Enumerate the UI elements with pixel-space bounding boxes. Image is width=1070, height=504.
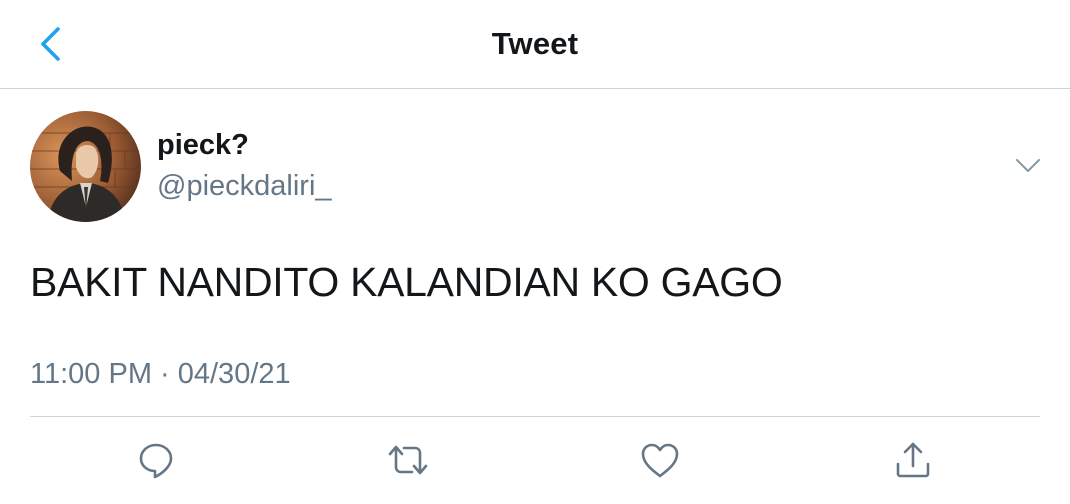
heart-icon <box>641 443 679 478</box>
tweet-timestamp: 11:00 PM · 04/30/21 <box>30 358 291 390</box>
avatar-image <box>30 111 141 222</box>
speech-bubble-icon <box>139 443 173 479</box>
tweet-text: BAKIT NANDITO KALANDIAN KO GAGO <box>30 259 783 305</box>
divider <box>30 416 1040 417</box>
retweet-icon <box>388 445 428 475</box>
chevron-down-icon <box>1016 159 1040 172</box>
share-upload-icon <box>896 442 930 478</box>
avatar[interactable] <box>30 111 141 222</box>
author-display-name[interactable]: pieck? <box>157 129 249 162</box>
top-nav-bar: Tweet <box>0 0 1070 89</box>
retweet-button[interactable] <box>386 438 430 482</box>
page-title: Tweet <box>491 26 579 61</box>
tweet-detail-screen: Tweet pieck? @pieckdaliri_ BAKIT NANDITO… <box>0 0 1070 504</box>
author-handle[interactable]: @pieckdaliri_ <box>157 170 332 203</box>
tweet-options-button[interactable] <box>1010 152 1046 180</box>
like-button[interactable] <box>638 438 682 482</box>
reply-button[interactable] <box>134 438 178 482</box>
share-button[interactable] <box>891 438 935 482</box>
